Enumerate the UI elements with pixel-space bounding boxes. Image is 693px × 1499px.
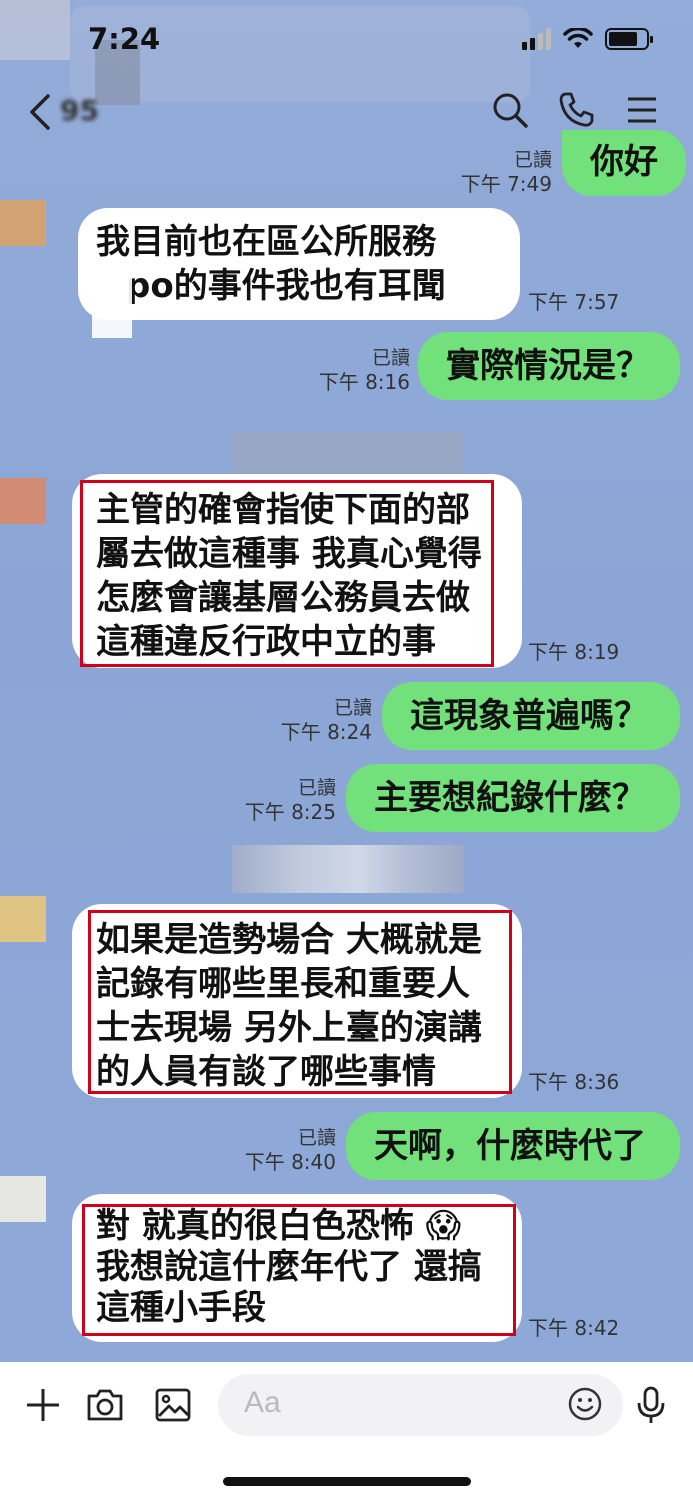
- message-text: 主要想紀錄什麼？: [374, 778, 646, 818]
- input-placeholder: Aa: [244, 1386, 281, 1419]
- message-bubble-outgoing[interactable]: 這現象普遍嗎？: [382, 682, 680, 750]
- home-indicator[interactable]: [223, 1477, 471, 1486]
- avatar[interactable]: [0, 478, 46, 524]
- message-meta: 已讀 下午 8:40: [236, 1126, 336, 1174]
- search-icon[interactable]: [490, 90, 530, 130]
- censored-area: [232, 432, 464, 480]
- menu-icon[interactable]: [622, 90, 662, 130]
- highlight-box: [88, 910, 512, 1094]
- message-text: 天啊，什麼時代了: [374, 1126, 646, 1166]
- censored-area: [0, 0, 70, 60]
- censored-area: [232, 845, 464, 893]
- message-bubble-outgoing[interactable]: 天啊，什麼時代了: [346, 1112, 680, 1180]
- image-icon[interactable]: [152, 1384, 194, 1426]
- message-line: 我目前也在區公所服務: [96, 222, 436, 262]
- battery-icon: [605, 28, 653, 50]
- message-time: 下午 8:40: [244, 1150, 336, 1174]
- read-status: 已讀: [333, 697, 372, 719]
- message-input[interactable]: Aa: [218, 1374, 623, 1436]
- avatar[interactable]: [0, 1176, 46, 1222]
- message-bubble-outgoing[interactable]: 你好: [562, 130, 686, 196]
- message-bubble-outgoing[interactable]: 主要想紀錄什麼？: [346, 764, 680, 832]
- message-meta: 已讀 下午 7:49: [440, 148, 552, 196]
- status-time: 7:24: [88, 22, 161, 56]
- message-text: 實際情況是？: [446, 346, 650, 386]
- cellular-signal-icon: [522, 28, 551, 50]
- message-time: 下午 8:16: [318, 370, 410, 394]
- message-time: 下午 8:24: [280, 720, 372, 744]
- message-line: po的事件我也有耳聞: [126, 266, 446, 306]
- microphone-icon[interactable]: [630, 1384, 672, 1426]
- message-time: 下午 8:42: [528, 1316, 620, 1340]
- message-time: 下午 8:36: [528, 1070, 620, 1094]
- message-meta: 已讀 下午 8:16: [310, 346, 410, 394]
- emoji-icon[interactable]: [567, 1386, 603, 1422]
- message-time: 下午 7:57: [528, 290, 620, 314]
- censored-area: [92, 266, 132, 338]
- message-meta: 已讀 下午 8:24: [272, 696, 372, 744]
- read-status: 已讀: [297, 1127, 336, 1149]
- wifi-icon: [563, 28, 593, 48]
- camera-icon[interactable]: [84, 1384, 126, 1426]
- status-icons: [522, 28, 653, 50]
- highlight-box: [82, 1204, 516, 1336]
- message-time: 下午 8:25: [244, 800, 336, 824]
- phone-call-icon[interactable]: [556, 90, 596, 130]
- chat-screen: 7:24 95 已讀 下午 7:49 你好 我目前也在區公所服務 po的事件我也…: [0, 0, 693, 1499]
- highlight-box: [80, 480, 494, 667]
- message-time: 下午 8:19: [528, 640, 620, 664]
- read-status: 已讀: [371, 347, 410, 369]
- avatar[interactable]: [0, 896, 46, 942]
- back-arrow-icon[interactable]: [26, 92, 56, 132]
- plus-icon[interactable]: [22, 1384, 64, 1426]
- message-time: 下午 7:49: [460, 172, 552, 196]
- message-input-bar: Aa: [0, 1362, 693, 1499]
- message-text: 這現象普遍嗎？: [410, 696, 648, 736]
- read-status: 已讀: [297, 777, 336, 799]
- message-bubble-incoming[interactable]: 我目前也在區公所服務 po的事件我也有耳聞: [78, 208, 520, 320]
- message-meta: 已讀 下午 8:25: [236, 776, 336, 824]
- avatar[interactable]: [0, 200, 46, 246]
- chat-title[interactable]: 95: [60, 94, 99, 127]
- message-text: 你好: [590, 142, 658, 182]
- read-status: 已讀: [513, 149, 552, 171]
- message-bubble-outgoing[interactable]: 實際情況是？: [418, 332, 680, 400]
